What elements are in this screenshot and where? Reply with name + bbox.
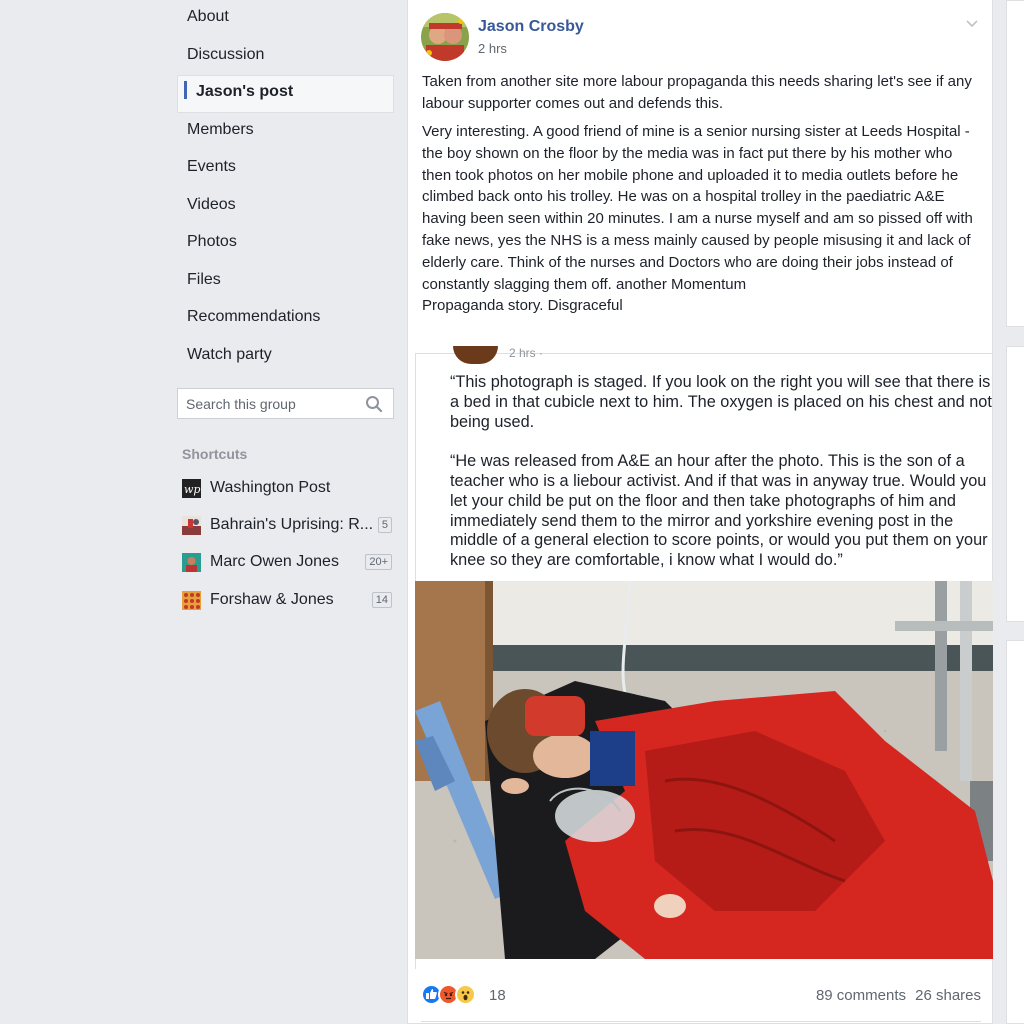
svg-text:wp: wp	[184, 483, 200, 496]
post-text-intro: Taken from another site more labour prop…	[422, 73, 972, 112]
comments-count-link[interactable]: 89 comments	[816, 987, 906, 1004]
shortcut-forshaw-jones[interactable]: Forshaw & Jones 14	[182, 588, 392, 612]
shortcut-bahrains-uprising[interactable]: Bahrain's Uprising: R... 5	[182, 513, 392, 537]
shared-post-quote: “This photograph is staged. If you look …	[450, 373, 992, 570]
nav-item-label: Jason's post	[196, 83, 294, 100]
shortcuts-heading: Shortcuts	[182, 446, 248, 462]
active-indicator	[184, 81, 187, 99]
nav-item-recommendations[interactable]: Recommendations	[177, 300, 394, 338]
nav-item-jasons-post[interactable]: Jason's post	[177, 75, 394, 113]
search-input[interactable]	[178, 389, 358, 418]
post-author-name[interactable]: Jason Crosby	[478, 18, 584, 36]
right-sidebar-card	[1006, 346, 1024, 622]
nav-item-videos[interactable]: Videos	[177, 188, 394, 226]
shares-count-link[interactable]: 26 shares	[915, 987, 981, 1004]
post-photo[interactable]	[415, 581, 993, 959]
author-avatar[interactable]	[421, 13, 469, 61]
shared-post-timestamp: 2 hrs ·	[509, 346, 544, 360]
shortcut-label: Washington Post	[210, 479, 331, 496]
nav-item-about[interactable]: About	[177, 0, 394, 38]
shortcut-washington-post[interactable]: wp Washington Post	[182, 476, 392, 500]
nav-item-watch-party[interactable]: Watch party	[177, 338, 394, 376]
footer-divider	[421, 1021, 981, 1022]
shortcut-label: Forshaw & Jones	[210, 591, 334, 608]
nav-item-events[interactable]: Events	[177, 150, 394, 188]
shortcut-count-badge: 14	[371, 592, 392, 608]
shortcut-count-badge: 20+	[365, 554, 392, 570]
search-icon[interactable]	[365, 395, 383, 418]
nav-item-files[interactable]: Files	[177, 263, 394, 301]
right-sidebar-card	[1006, 0, 1024, 327]
wow-reaction-icon[interactable]	[455, 984, 476, 1005]
shortcut-count-badge: 5	[377, 517, 392, 533]
shortcut-label: Marc Owen Jones	[210, 553, 339, 570]
shared-author-avatar[interactable]	[453, 346, 498, 364]
group-search-box	[177, 388, 394, 419]
chevron-down-icon[interactable]	[965, 16, 979, 34]
group-left-nav: About Discussion Jason's post Members Ev…	[177, 0, 394, 375]
marc-owen-jones-avatar	[182, 552, 201, 572]
post-card: Jason Crosby 2 hrs Taken from another si…	[407, 0, 993, 1024]
forshaw-jones-thumbnail-icon	[182, 590, 201, 610]
right-sidebar-card	[1006, 640, 1024, 1024]
reaction-count[interactable]: 18	[489, 987, 506, 1004]
post-timestamp[interactable]: 2 hrs	[478, 41, 507, 56]
post-text-body: Very interesting. A good friend of mine …	[422, 123, 973, 315]
nav-item-members[interactable]: Members	[177, 113, 394, 151]
nav-item-photos[interactable]: Photos	[177, 225, 394, 263]
bahrain-group-thumbnail-icon	[182, 515, 201, 535]
nav-item-discussion[interactable]: Discussion	[177, 38, 394, 76]
shortcut-marc-owen-jones[interactable]: Marc Owen Jones 20+	[182, 550, 392, 574]
shortcut-label: Bahrain's Uprising: R...	[210, 516, 374, 533]
washington-post-logo-icon: wp	[182, 478, 201, 498]
post-footer: 18 89 comments 26 shares	[421, 982, 981, 1010]
